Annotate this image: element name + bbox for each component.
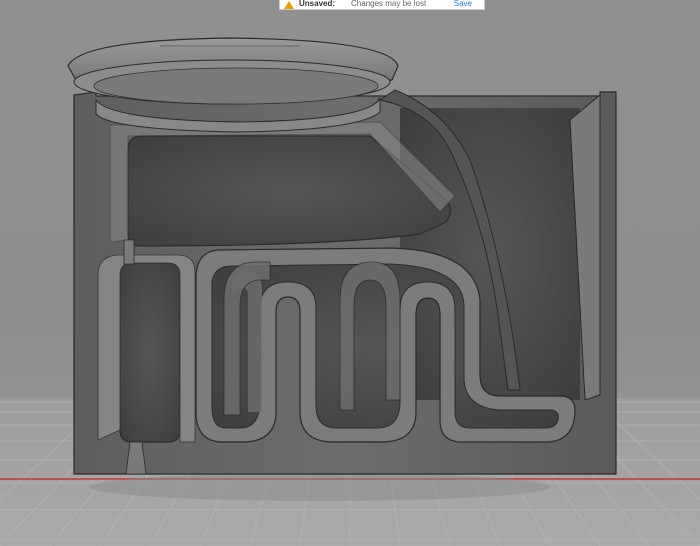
3d-viewport[interactable]: Unsaved: Changes may be lost Save <box>0 0 700 546</box>
unsaved-message: Changes may be lost <box>351 0 427 8</box>
viewport-canvas[interactable] <box>0 0 700 546</box>
warning-icon <box>284 1 294 9</box>
unsaved-title: Unsaved: <box>299 0 336 8</box>
save-link[interactable]: Save <box>454 0 472 8</box>
unsaved-notice: Unsaved: Changes may be lost Save <box>279 0 485 10</box>
left-chamber <box>119 262 181 443</box>
bottom-port <box>125 441 147 475</box>
top-port <box>123 239 135 265</box>
model-body[interactable] <box>73 89 617 475</box>
